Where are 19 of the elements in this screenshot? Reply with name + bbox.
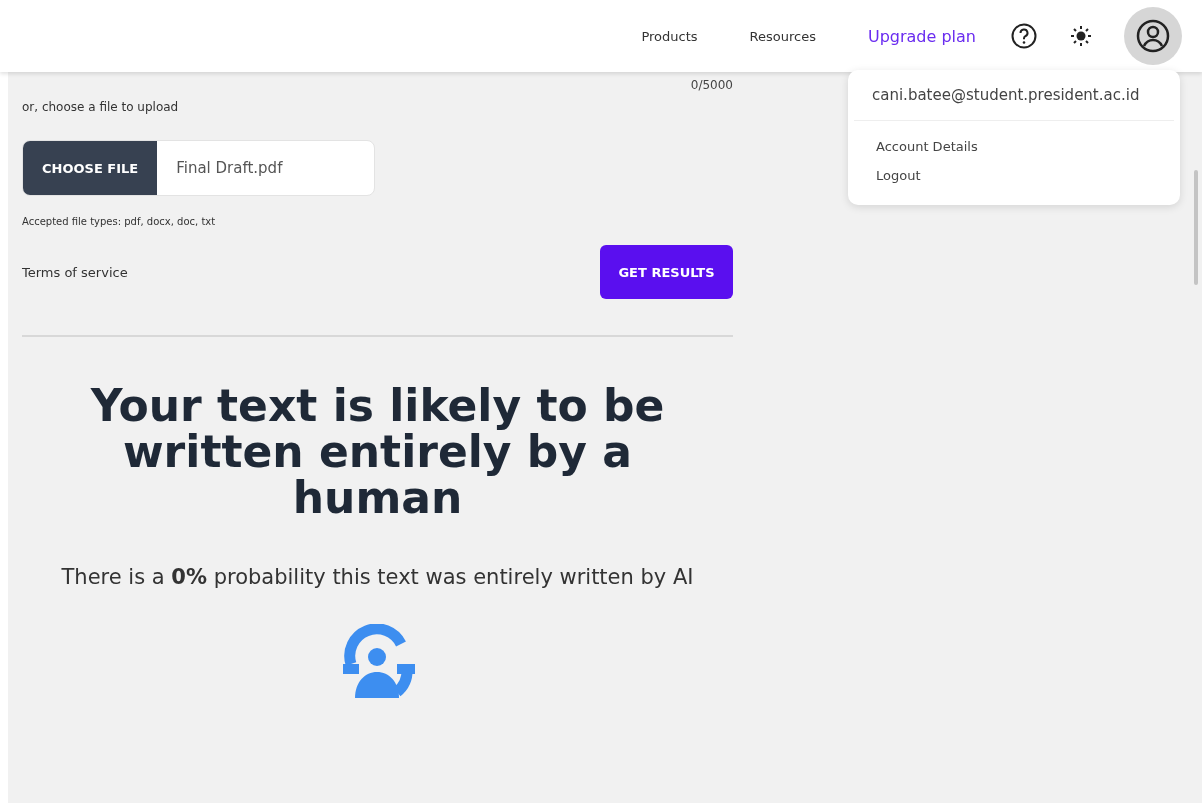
terms-link[interactable]: Terms of service: [22, 264, 128, 280]
file-input[interactable]: CHOOSE FILE Final Draft.pdf: [22, 140, 375, 196]
account-email: cani.batee@student.president.ac.id: [871, 86, 1141, 104]
accepted-types-text: Accepted file types: pdf, docx, doc, txt: [22, 216, 217, 227]
choose-file-button[interactable]: CHOOSE FILE: [23, 141, 158, 195]
result-summary: There is a 0% probability this text was entirely written by AI: [60, 563, 695, 591]
menu-item[interactable]: Logout: [848, 162, 1180, 191]
nav-link[interactable]: Products: [641, 28, 698, 44]
upgrade-link[interactable]: Upgrade plan: [867, 26, 976, 46]
character-counter: 0/5000: [690, 78, 733, 92]
upload-hint: or, choose a file to upload: [22, 100, 179, 114]
sun-icon[interactable]: [1070, 25, 1092, 47]
result-headline: Your text is likely to be written entirely by a human: [89, 383, 666, 522]
nav-link[interactable]: Resources: [749, 28, 816, 44]
help-icon[interactable]: [1010, 22, 1038, 50]
menu-item[interactable]: Account Details: [848, 133, 1180, 162]
get-results-button[interactable]: GET RESULTS: [600, 245, 733, 299]
user-icon: [1136, 19, 1170, 53]
scrollbar-thumb[interactable]: [1194, 170, 1198, 285]
